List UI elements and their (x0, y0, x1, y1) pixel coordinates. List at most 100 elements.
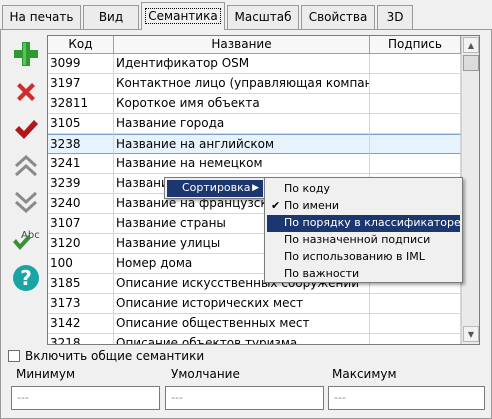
default-field[interactable]: --- (165, 386, 324, 410)
max-label: Максимум (332, 367, 397, 381)
tab-bar: На печать Вид Семантика Масштаб Свойства… (0, 0, 492, 30)
scroll-down-arrow-icon[interactable]: ▼ (463, 326, 479, 342)
table-row[interactable]: 3099 Идентификатор OSM (48, 54, 461, 74)
table-row[interactable]: 3173 Описание исторических мест (48, 294, 461, 314)
table-row[interactable]: 3105 Название города (48, 114, 461, 134)
cell-code: 3240 (48, 194, 114, 214)
cell-name: Идентификатор OSM (114, 54, 370, 74)
cell-sign (370, 294, 461, 314)
include-common-checkbox[interactable]: Включить общие семантики (8, 348, 204, 364)
menu-item-sort[interactable]: Сортировка ▶ (167, 180, 263, 197)
cell-code: 3197 (48, 74, 114, 94)
x-icon (17, 83, 35, 101)
min-field[interactable]: --- (11, 386, 160, 410)
double-chevron-up-icon (14, 154, 38, 177)
cell-code: 3239 (48, 174, 114, 194)
double-chevron-down-icon (14, 191, 38, 214)
move-down-button[interactable] (10, 186, 42, 218)
move-up-button[interactable] (10, 150, 42, 182)
cell-name: Название на английском (114, 134, 370, 154)
check-icon: ✔ (271, 199, 281, 212)
column-header-code[interactable]: Код (48, 36, 114, 54)
include-common-label: Включить общие семантики (25, 349, 205, 363)
cell-code: 3120 (48, 234, 114, 254)
submenu-item-label: По коду (284, 182, 330, 195)
cell-code: 100 (48, 254, 114, 274)
cell-sign (370, 54, 461, 74)
scrollbar-thumb[interactable] (463, 55, 479, 71)
tab-3d[interactable]: 3D (377, 5, 413, 29)
sort-submenu: По коду ✔ По имени По порядку в классификат… (264, 177, 463, 283)
submenu-item-label: По важности (284, 267, 360, 280)
submenu-item[interactable]: ✔ По имени (267, 198, 460, 215)
tab-semantics[interactable]: Семантика (141, 2, 225, 30)
tab-view[interactable]: Вид (83, 5, 139, 29)
abc-check-icon: Abc (13, 230, 40, 250)
checkbox-box[interactable] (8, 350, 20, 362)
apply-button[interactable] (10, 114, 42, 146)
min-label: Минимум (16, 367, 76, 381)
cell-sign (370, 114, 461, 134)
cell-code: 3105 (48, 114, 114, 134)
cell-code: 3185 (48, 274, 114, 294)
submenu-item-label: По порядку в классификаторе (284, 216, 461, 229)
table-row[interactable]: 3218 Описание объектов туризма (48, 334, 461, 344)
cell-code: 3241 (48, 154, 114, 174)
add-button[interactable] (10, 38, 42, 70)
cell-name: Название на немецком (114, 154, 370, 174)
submenu-item-label: По имени (284, 199, 340, 212)
submenu-item[interactable]: По назначенной подписи (267, 232, 460, 249)
cell-name: Описание объектов туризма (114, 334, 370, 344)
cell-name: Описание исторических мест (114, 294, 370, 314)
submenu-item[interactable]: По коду (267, 181, 460, 198)
cell-code: 3107 (48, 214, 114, 234)
vertical-scrollbar[interactable]: ▲ ▼ (461, 36, 479, 344)
cell-code: 3142 (48, 314, 114, 334)
cell-name: Описание общественных мест (114, 314, 370, 334)
svg-text:?: ? (20, 266, 32, 290)
submenu-item[interactable]: По использованию в IML (267, 249, 460, 266)
help-button[interactable]: ? (10, 262, 42, 294)
max-field[interactable]: --- (328, 386, 485, 410)
column-header-name[interactable]: Название (114, 36, 370, 54)
cell-code: 3173 (48, 294, 114, 314)
table-row[interactable]: 32811 Короткое имя объекта (48, 94, 461, 114)
submenu-arrow-icon: ▶ (252, 183, 259, 193)
submenu-item[interactable]: По важности (267, 266, 460, 283)
delete-button[interactable] (10, 76, 42, 108)
tab-properties[interactable]: Свойства (301, 5, 375, 29)
cell-code: 3218 (48, 334, 114, 344)
table-row[interactable]: 3241 Название на немецком (48, 154, 461, 174)
submenu-item-label: По использованию в IML (284, 250, 425, 263)
cell-name: Короткое имя объекта (114, 94, 370, 114)
cell-sign (370, 334, 461, 344)
plus-icon (14, 42, 38, 66)
cell-sign (370, 314, 461, 334)
cell-code: 32811 (48, 94, 114, 114)
cell-sign (370, 154, 461, 174)
svg-text:Abc: Abc (21, 230, 40, 241)
cell-code: 3099 (48, 54, 114, 74)
context-menu: Сортировка ▶ (164, 177, 266, 199)
cell-sign (370, 134, 461, 154)
question-icon: ? (13, 265, 39, 291)
semantics-toolbar: Abc ? (4, 36, 44, 346)
scroll-up-arrow-icon[interactable]: ▲ (463, 37, 479, 53)
cell-code: 3238 (48, 134, 114, 154)
table-header: Код Название Подпись (48, 36, 461, 54)
cell-name: Контактное лицо (управляющая компания) (114, 74, 370, 94)
cell-sign (370, 94, 461, 114)
tab-print[interactable]: На печать (2, 5, 81, 29)
table-row[interactable]: 3142 Описание общественных мест (48, 314, 461, 334)
submenu-item-label: По назначенной подписи (284, 233, 431, 246)
table-row[interactable]: 3197 Контактное лицо (управляющая компани… (48, 74, 461, 94)
column-header-sign[interactable]: Подпись (370, 36, 461, 54)
checkmark-icon (15, 120, 38, 139)
tab-scale[interactable]: Масштаб (227, 5, 299, 29)
cell-name: Название города (114, 114, 370, 134)
spellcheck-button[interactable]: Abc (10, 224, 42, 256)
cell-sign (370, 74, 461, 94)
submenu-item[interactable]: По порядку в классификаторе (267, 215, 461, 232)
default-label: Умолчание (171, 367, 240, 381)
table-row[interactable]: 3238 Название на английском (48, 134, 461, 154)
